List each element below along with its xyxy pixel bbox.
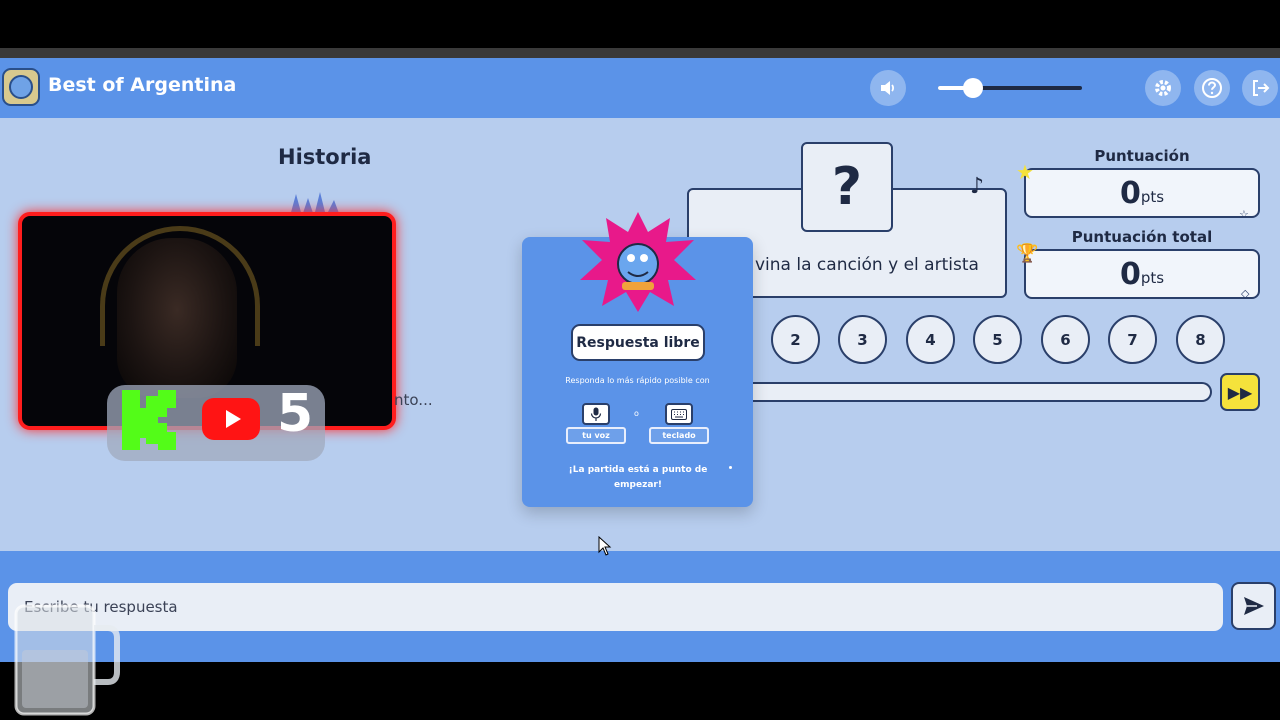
beer-mug-icon [14, 604, 120, 716]
help-button[interactable] [1194, 70, 1230, 106]
round-8: 8 [1176, 315, 1225, 364]
gear-icon [1155, 80, 1171, 96]
exit-icon [1253, 80, 1270, 96]
total-score-box: 0 pts [1024, 249, 1260, 299]
answer-input[interactable] [8, 583, 1223, 631]
trophy-icon: 🏆 [1016, 243, 1039, 264]
question-mark-box: ? [801, 142, 893, 232]
game-page: Best of Argentina Historia 5 nto... vina… [0, 0, 1280, 720]
volume-slider-thumb[interactable] [962, 78, 983, 98]
background-partial-text: nto... [394, 391, 433, 409]
round-4: 4 [906, 315, 955, 364]
badge-count: 5 [277, 384, 314, 444]
question-text: vina la canción y el artista [755, 255, 979, 275]
music-note-icon: ♪ [970, 174, 985, 199]
round-3: 3 [838, 315, 887, 364]
score-unit: pts [1140, 188, 1165, 206]
score-value: 0 [1119, 175, 1141, 211]
window-strip [0, 48, 1280, 58]
time-progress-bar [752, 382, 1212, 402]
exit-button[interactable] [1242, 70, 1278, 106]
app-title: Best of Argentina [48, 74, 237, 96]
send-button[interactable] [1231, 582, 1276, 630]
youtube-logo-icon [202, 398, 260, 440]
fast-forward-icon: ▶▶ [1227, 382, 1253, 402]
score-box: 0 pts [1024, 168, 1260, 218]
microphone-icon [582, 403, 610, 425]
total-score-unit: pts [1140, 269, 1165, 287]
free-answer-button[interactable]: Respuesta libre [571, 324, 705, 361]
voice-option[interactable]: tu voz [566, 427, 626, 444]
send-icon [1243, 597, 1264, 615]
option-separator: o [634, 409, 639, 418]
total-score-value: 0 [1119, 256, 1141, 292]
modal-instruction: Responda lo más rápido posible con [565, 376, 710, 385]
game-start-message: ¡La partida está a punto de empezar! [568, 465, 708, 490]
settings-button[interactable] [1145, 70, 1181, 106]
help-icon [1202, 78, 1222, 98]
mascot-burst-icon [580, 212, 696, 312]
mouse-cursor-icon [598, 536, 612, 556]
round-2: 2 [771, 315, 820, 364]
total-score-title: Puntuación total [1071, 228, 1213, 246]
round-7: 7 [1108, 315, 1157, 364]
app-logo[interactable] [2, 68, 40, 106]
round-6: 6 [1041, 315, 1090, 364]
keyboard-option[interactable]: teclado [649, 427, 709, 444]
volume-button[interactable] [870, 70, 906, 106]
skip-button[interactable]: ▶▶ [1220, 373, 1260, 411]
round-5: 5 [973, 315, 1022, 364]
score-title: Puntuación [1094, 147, 1190, 165]
star-outline-icon: ☆ [1239, 208, 1249, 221]
kick-logo-icon [122, 390, 176, 450]
diamond-icon: ◇ [1241, 287, 1250, 300]
category-title: Historia [278, 145, 372, 169]
speaker-icon [881, 81, 895, 95]
streamer-silhouette [117, 238, 237, 398]
star-icon: ★ [1016, 160, 1034, 184]
loading-dot [729, 466, 732, 469]
keyboard-icon [665, 403, 693, 425]
